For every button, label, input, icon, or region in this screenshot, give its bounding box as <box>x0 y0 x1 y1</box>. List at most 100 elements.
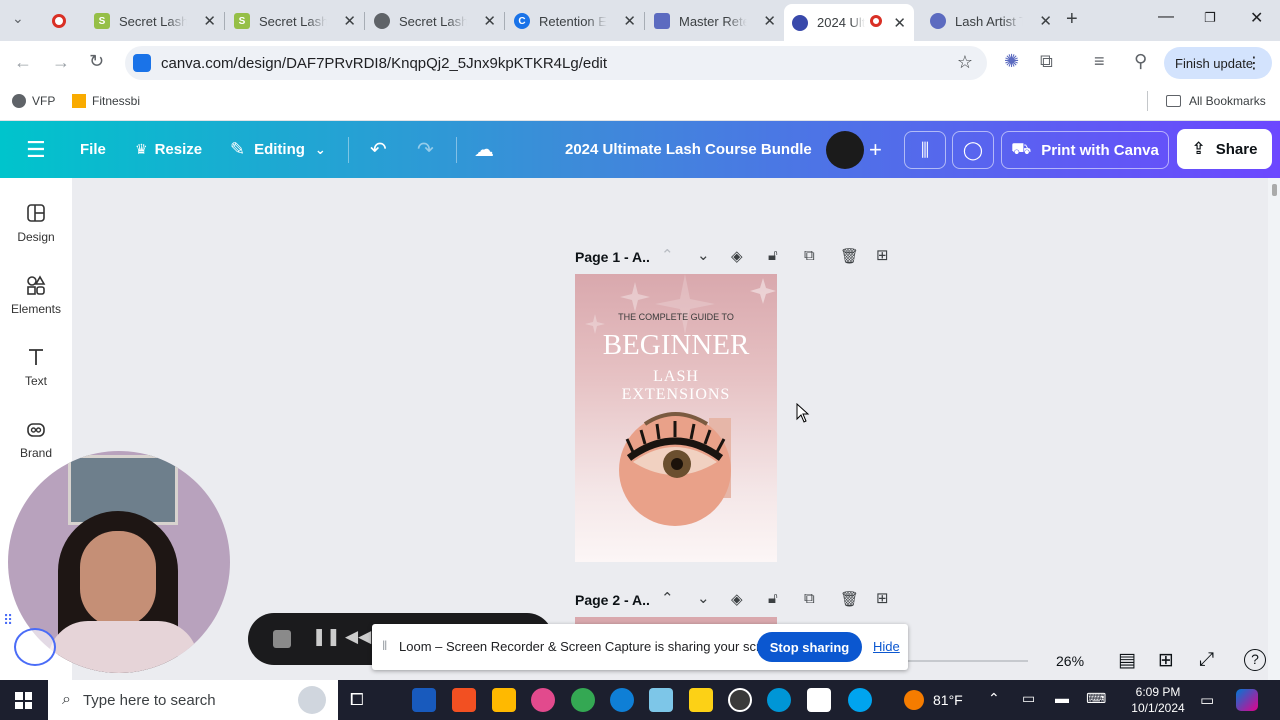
tab-recording[interactable] <box>44 6 84 36</box>
more-menu-icon[interactable]: ⋮ <box>1246 53 1262 73</box>
word-app-icon[interactable] <box>412 688 436 712</box>
drag-grip-icon[interactable]: ‖ <box>382 638 387 653</box>
print-with-canva-button[interactable]: ⛟ Print with Canva <box>1001 131 1169 169</box>
tab-3[interactable]: Secret Lash S ✕ <box>366 6 502 36</box>
window-close-icon[interactable]: ✕ <box>1250 8 1263 28</box>
zoom-level[interactable]: 26% <box>1056 653 1084 669</box>
minimize-icon[interactable]: — <box>1158 8 1174 26</box>
show-hidden-icons-icon[interactable]: ⌃ <box>988 690 1000 707</box>
hide-banner-link[interactable]: Hide <box>873 639 900 654</box>
tab-2[interactable]: S Secret Lash S ✕ <box>226 6 362 36</box>
duplicate-page-icon[interactable]: ⧉ <box>804 247 815 264</box>
sticky-notes-icon[interactable] <box>689 688 713 712</box>
capcut-app-icon[interactable] <box>807 688 831 712</box>
editing-mode-dropdown[interactable]: ✎ Editing ⌄ <box>230 121 326 178</box>
close-tab-icon[interactable]: ✕ <box>203 12 216 30</box>
cloud-saved-icon[interactable]: ☁ <box>474 121 494 178</box>
sidebar-item-design[interactable]: Design <box>0 202 72 244</box>
add-page-icon[interactable]: ⊞ <box>876 246 889 264</box>
lock-page-icon[interactable]: 🔓︎ <box>768 247 778 264</box>
windows-start-icon[interactable] <box>15 692 32 709</box>
comment-icon[interactable]: ◯ <box>952 131 994 169</box>
all-bookmarks[interactable]: All Bookmarks <box>1166 94 1266 108</box>
tab-active-canva[interactable]: 2024 Ulti ✕ <box>784 4 914 41</box>
close-tab-icon[interactable]: ✕ <box>1039 12 1052 30</box>
loom-bubble-toggle-icon[interactable] <box>14 628 56 666</box>
bookmark-star-icon[interactable]: ☆ <box>957 52 973 73</box>
drag-handle-icon[interactable]: ⠿ <box>3 612 13 629</box>
grid-view-icon[interactable]: ⊞ <box>1158 649 1174 672</box>
copilot-icon[interactable] <box>1236 689 1258 711</box>
store-app-icon[interactable] <box>452 688 476 712</box>
close-tab-icon[interactable]: ✕ <box>893 14 906 32</box>
restore-icon[interactable]: ❐ <box>1204 10 1216 26</box>
share-button[interactable]: ⇪ Share <box>1177 129 1272 169</box>
extensions-puzzle-icon[interactable]: ⧉ <box>1040 51 1053 72</box>
rewind-icon[interactable]: ◀◀ <box>345 627 371 647</box>
pause-icon[interactable]: ❚❚ <box>312 627 341 647</box>
canvas-scrollbar[interactable] <box>1268 178 1280 680</box>
keyboard-icon[interactable]: ⌨ <box>1086 690 1106 707</box>
battery-icon[interactable]: ▬ <box>1055 690 1069 706</box>
task-view-icon[interactable]: ⧠ <box>350 690 364 710</box>
sidebar-item-text[interactable]: Text <box>0 346 72 388</box>
sidebar-item-brand[interactable]: Brand <box>0 418 72 460</box>
file-menu[interactable]: File <box>80 121 106 178</box>
tab-1[interactable]: S Secret Lash S ✕ <box>86 6 222 36</box>
add-collaborator-icon[interactable]: + <box>869 121 882 178</box>
bookmark-vfp[interactable]: VFP <box>12 94 55 108</box>
stop-sharing-button[interactable]: Stop sharing <box>757 632 862 662</box>
fullscreen-icon[interactable]: ⤢ <box>1199 649 1214 671</box>
sidebar-item-elements[interactable]: Elements <box>0 274 72 316</box>
reload-icon[interactable]: ↻ <box>89 51 104 72</box>
avatar[interactable] <box>826 131 864 169</box>
temperature[interactable]: 81°F <box>933 692 963 708</box>
hamburger-menu-icon[interactable]: ☰ <box>26 121 46 178</box>
design-title[interactable]: 2024 Ultimate Lash Course Bundle <box>565 141 812 158</box>
zoom-slider[interactable] <box>908 660 1028 662</box>
close-tab-icon[interactable]: ✕ <box>623 12 636 30</box>
hide-page-icon[interactable]: ◈ <box>731 247 743 265</box>
notes-app-icon[interactable] <box>649 688 673 712</box>
hp-app-icon[interactable] <box>767 688 791 712</box>
file-explorer-icon[interactable] <box>492 688 516 712</box>
system-clock[interactable]: 6:09 PM 10/1/2024 <box>1130 684 1186 716</box>
delete-page-icon[interactable]: 🗑︎ <box>840 590 859 608</box>
duplicate-page-icon[interactable]: ⧉ <box>804 590 815 607</box>
add-page-icon[interactable]: ⊞ <box>876 589 889 607</box>
close-tab-icon[interactable]: ✕ <box>343 12 356 30</box>
bookmark-fitnessbi[interactable]: Fitnessbi <box>72 94 140 108</box>
taskbar-search-box[interactable]: ⌕ Type here to search <box>48 680 338 720</box>
page-1-title[interactable]: Page 1 - A.. <box>575 249 650 265</box>
back-icon[interactable]: ← <box>14 52 32 73</box>
move-page-up-icon[interactable]: ⌃ <box>661 246 674 264</box>
undo-icon[interactable]: ↶ <box>370 121 387 178</box>
new-tab-icon[interactable]: + <box>1066 8 1078 31</box>
media-control-icon[interactable]: ≡ <box>1094 51 1105 72</box>
stop-recording-icon[interactable] <box>273 630 291 648</box>
close-tab-icon[interactable]: ✕ <box>483 12 496 30</box>
media-player-icon[interactable] <box>728 688 752 712</box>
finish-update-button[interactable]: Finish update ⋮ <box>1164 47 1272 79</box>
music-app-icon[interactable] <box>531 688 555 712</box>
profile-icon[interactable]: ⚲ <box>1134 51 1147 72</box>
move-page-down-icon[interactable]: ⌄ <box>697 246 710 264</box>
tab-7[interactable]: Lash Artist Tr ✕ <box>922 6 1058 36</box>
forward-icon[interactable]: → <box>52 52 70 73</box>
move-page-down-icon[interactable]: ⌄ <box>697 589 710 607</box>
edge-app-icon[interactable] <box>610 688 634 712</box>
chrome-app-icon[interactable] <box>571 688 595 712</box>
pages-view-icon[interactable]: ▤ <box>1118 649 1136 672</box>
resize-button[interactable]: ♛ Resize <box>135 121 202 178</box>
site-info-icon[interactable] <box>133 54 151 72</box>
close-tab-icon[interactable]: ✕ <box>763 12 776 30</box>
tab-search-chevron-icon[interactable]: ⌄ <box>12 10 24 27</box>
hide-page-icon[interactable]: ◈ <box>731 590 743 608</box>
delete-page-icon[interactable]: 🗑︎ <box>840 247 859 265</box>
analytics-icon[interactable]: ⫼ <box>904 131 946 169</box>
move-page-up-icon[interactable]: ⌃ <box>661 589 674 607</box>
page-1-design[interactable]: THE COMPLETE GUIDE TO BEGINNER LASH EXTE… <box>575 274 777 562</box>
help-icon[interactable]: ? <box>1244 649 1266 671</box>
tab-5[interactable]: Master Reter ✕ <box>646 6 782 36</box>
lock-page-icon[interactable]: 🔓︎ <box>768 590 778 607</box>
